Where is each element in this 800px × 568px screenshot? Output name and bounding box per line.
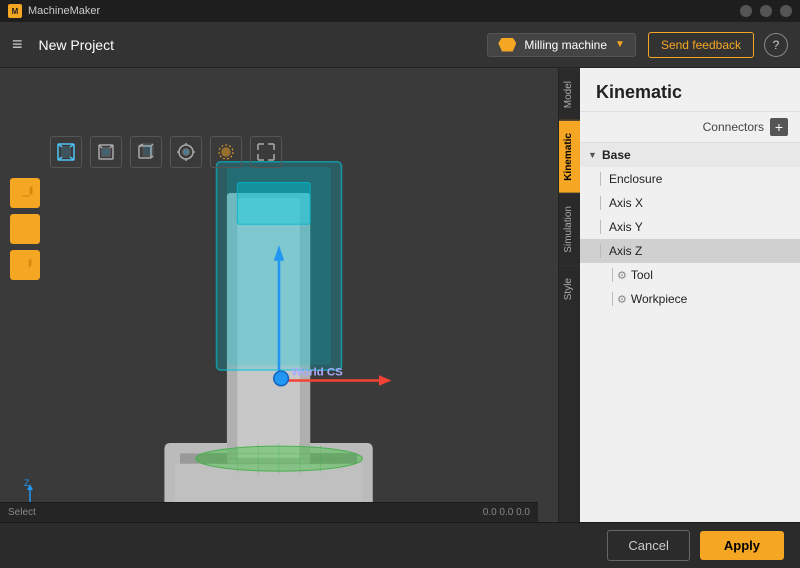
left-tool-panel [10,178,40,280]
add-connector-button[interactable]: + [770,118,788,136]
light-button[interactable] [210,136,242,168]
kinematic-tree: ▼ Base Enclosure Axis X Axis Y [580,143,800,568]
help-button[interactable]: ? [764,33,788,57]
3d-viewport[interactable]: World CS Z X Left Front [0,68,558,568]
wire-cube-button[interactable] [10,214,40,244]
tab-simulation[interactable]: Simulation [559,193,580,265]
apply-button[interactable]: Apply [700,531,784,560]
connector-icon: ⚙ [617,269,627,282]
tab-model[interactable]: Model [559,68,580,120]
vertical-line-icon [600,172,601,186]
menu-icon[interactable]: ≡ [12,34,23,55]
tree-item-base[interactable]: ▼ Base [580,143,800,167]
tree-item-enclosure[interactable]: Enclosure [580,167,800,191]
statusbar: Select 0.0 0.0 0.0 [0,502,538,522]
view-toolbar [50,136,282,168]
machine-selector[interactable]: Milling machine ▼ [487,33,636,57]
titlebar: M MachineMaker [0,0,800,22]
cancel-button[interactable]: Cancel [607,530,689,561]
project-title: New Project [39,37,114,53]
tree-item-tool[interactable]: ⚙ Tool [580,263,800,287]
svg-text:World CS: World CS [292,366,344,378]
status-coords: 0.0 0.0 0.0 [483,507,530,518]
window-controls [740,5,792,17]
toolbar: ≡ New Project Milling machine ▼ Send fee… [0,22,800,68]
app-title: MachineMaker [28,5,100,17]
tree-item-axis-z[interactable]: Axis Z [580,239,800,263]
rotate-view-button[interactable] [170,136,202,168]
tab-kinematic[interactable]: Kinematic [559,120,580,193]
expand-arrow-icon: ▼ [588,150,598,160]
status-mode: Select [8,507,36,518]
app-icon: M [8,4,22,18]
side-view-button[interactable] [130,136,162,168]
vertical-line-icon [612,292,613,306]
perspective-view-button[interactable] [50,136,82,168]
shaded-cube-button[interactable] [10,250,40,280]
chevron-down-icon: ▼ [615,39,625,50]
maximize-button[interactable] [760,5,772,17]
action-bar: Cancel Apply [0,522,800,568]
connectors-bar: Connectors + [580,112,800,143]
tree-item-workpiece[interactable]: ⚙ Workpiece [580,287,800,311]
tree-item-axis-y[interactable]: Axis Y [580,215,800,239]
right-tabs: Model Kinematic Simulation Style [558,68,580,568]
minimize-button[interactable] [740,5,752,17]
front-view-button[interactable] [90,136,122,168]
vertical-line-icon [600,220,601,234]
connectors-label: Connectors [703,120,764,134]
close-button[interactable] [780,5,792,17]
svg-text:Z: Z [24,478,30,488]
machine-name: Milling machine [524,38,607,52]
connector-icon: ⚙ [617,293,627,306]
vertical-line-icon [600,244,601,258]
base-label: Base [602,148,631,162]
vertical-line-icon [600,196,601,210]
machine-icon [498,38,516,52]
solid-cube-button[interactable] [10,178,40,208]
right-panel: Kinematic Connectors + ▼ Base Enclosure … [580,68,800,568]
vertical-line-icon [612,268,613,282]
expand-view-button[interactable] [250,136,282,168]
panel-title: Kinematic [580,68,800,112]
main-area: World CS Z X Left Front [0,68,800,568]
tree-item-axis-x[interactable]: Axis X [580,191,800,215]
send-feedback-button[interactable]: Send feedback [648,32,754,58]
tab-style[interactable]: Style [559,265,580,312]
